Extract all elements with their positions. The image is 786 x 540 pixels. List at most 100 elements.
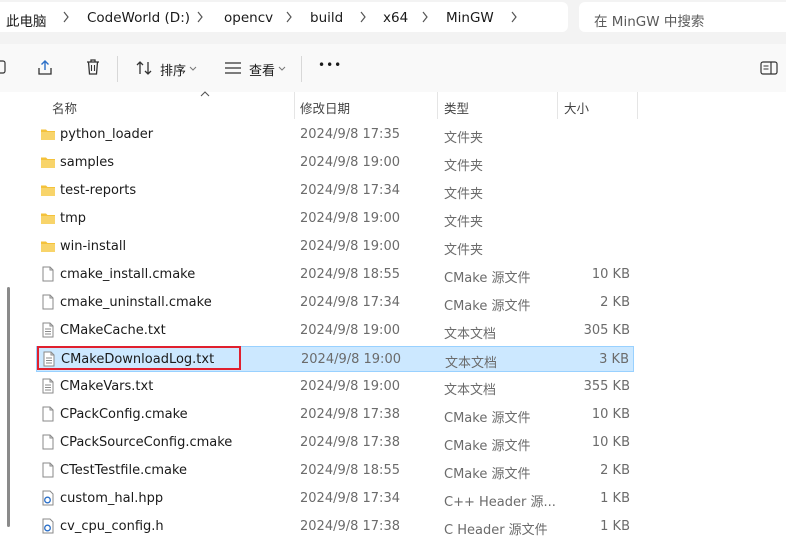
column-header-name[interactable]: 名称 bbox=[36, 91, 286, 118]
file-list: 名称 修改日期 类型 大小 python_loader 2024/9/8 17:3… bbox=[0, 91, 786, 538]
scrollbar[interactable] bbox=[0, 92, 14, 527]
file-name: tmp bbox=[60, 211, 87, 226]
file-type: 文本文档 bbox=[444, 383, 497, 398]
file-type: CMake 源文件 bbox=[444, 271, 531, 286]
file-name: CMakeVars.txt bbox=[60, 379, 154, 394]
chevron-right-icon[interactable] bbox=[196, 10, 204, 24]
file-row[interactable]: cmake_install.cmake 2024/9/8 18:55 CMake 源… bbox=[36, 262, 634, 288]
column-header-date[interactable]: 修改日期 bbox=[295, 92, 437, 118]
file-name: python_loader bbox=[60, 127, 154, 142]
file-row[interactable]: CPackConfig.cmake 2024/9/8 17:38 CMake 源文件… bbox=[36, 402, 634, 428]
breadcrumb-opencv[interactable]: opencv bbox=[224, 10, 273, 26]
file-date: 2024/9/8 17:38 bbox=[300, 435, 400, 450]
chevron-down-icon[interactable] bbox=[278, 66, 286, 72]
file-row[interactable]: CTestTestfile.cmake 2024/9/8 18:55 CMake 源… bbox=[36, 458, 634, 484]
file-type: C Header 源文件 bbox=[444, 523, 548, 538]
column-header-type[interactable]: 类型 bbox=[438, 92, 556, 118]
file-type: CMake 源文件 bbox=[444, 467, 531, 482]
more-options-button[interactable]: ••• bbox=[318, 58, 342, 72]
file-date: 2024/9/8 18:55 bbox=[300, 267, 400, 282]
file-row[interactable]: custom_hal.hpp 2024/9/8 17:34 C++ Header 源… bbox=[36, 486, 634, 512]
file-name: cmake_install.cmake bbox=[60, 267, 196, 282]
file-name: CMakeCache.txt bbox=[60, 323, 166, 338]
rename-icon[interactable] bbox=[0, 59, 8, 75]
file-type: 文件夹 bbox=[444, 243, 484, 258]
file-name: test-reports bbox=[60, 183, 137, 198]
breadcrumb-mingw[interactable]: MinGW bbox=[446, 10, 494, 26]
file-type: CMake 源文件 bbox=[444, 411, 531, 426]
file-size: 10 KB bbox=[591, 407, 630, 422]
file-name: CPackConfig.cmake bbox=[60, 407, 188, 422]
file-name: custom_hal.hpp bbox=[60, 491, 164, 506]
breadcrumb-this-pc[interactable]: 此电脑 bbox=[6, 10, 47, 30]
file-name: cmake_uninstall.cmake bbox=[60, 295, 212, 310]
file-date: 2024/9/8 17:38 bbox=[300, 407, 400, 422]
file-row[interactable]: cv_cpu_config.h 2024/9/8 17:38 C Header 源文… bbox=[36, 514, 634, 540]
file-date: 2024/9/8 19:00 bbox=[300, 211, 400, 226]
breadcrumb-codeworld[interactable]: CodeWorld (D:) bbox=[87, 10, 190, 26]
file-type: CMake 源文件 bbox=[444, 439, 531, 454]
delete-icon[interactable] bbox=[85, 58, 101, 76]
breadcrumb-build[interactable]: build bbox=[310, 10, 343, 26]
file-name: samples bbox=[60, 155, 115, 170]
file-date: 2024/9/8 17:34 bbox=[300, 295, 400, 310]
chevron-right-icon[interactable] bbox=[421, 10, 429, 24]
file-size: 305 KB bbox=[583, 323, 630, 338]
chevron-right-icon[interactable] bbox=[359, 10, 367, 24]
sort-icon[interactable] bbox=[135, 59, 153, 77]
share-icon[interactable] bbox=[36, 59, 54, 77]
view-button[interactable]: 查看 bbox=[249, 60, 275, 79]
file-row[interactable]: CMakeVars.txt 2024/9/8 19:00 文本文档 355 KB bbox=[36, 374, 634, 400]
file-row[interactable]: test-reports 2024/9/8 17:34 文件夹 bbox=[36, 178, 634, 204]
file-type: 文本文档 bbox=[444, 327, 497, 342]
file-date: 2024/9/8 19:00 bbox=[301, 352, 401, 367]
file-row[interactable]: CMakeDownloadLog.txt 2024/9/8 19:00 文本文档 3 … bbox=[36, 346, 634, 372]
file-date: 2024/9/8 18:55 bbox=[300, 463, 400, 478]
chevron-right-icon[interactable] bbox=[285, 10, 293, 24]
file-date: 2024/9/8 19:00 bbox=[300, 239, 400, 254]
column-divider[interactable] bbox=[637, 92, 638, 119]
sort-button[interactable]: 排序 bbox=[160, 60, 186, 79]
file-row[interactable]: cmake_uninstall.cmake 2024/9/8 17:34 CMake… bbox=[36, 290, 634, 316]
details-pane-icon[interactable] bbox=[760, 60, 778, 76]
file-type: 文本文档 bbox=[445, 356, 498, 371]
file-row[interactable]: python_loader 2024/9/8 17:35 文件夹 bbox=[36, 122, 634, 148]
file-date: 2024/9/8 17:34 bbox=[300, 183, 400, 198]
file-type: 文件夹 bbox=[444, 131, 484, 146]
file-type: 文件夹 bbox=[444, 215, 484, 230]
file-size: 3 KB bbox=[599, 352, 629, 367]
file-date: 2024/9/8 17:35 bbox=[300, 127, 400, 142]
file-row[interactable]: tmp 2024/9/8 19:00 文件夹 bbox=[36, 206, 634, 232]
file-row[interactable]: CPackSourceConfig.cmake 2024/9/8 17:38 CMa… bbox=[36, 430, 634, 456]
file-type: 文件夹 bbox=[444, 159, 484, 174]
file-size: 10 KB bbox=[591, 267, 630, 282]
search-placeholder: 在 MinGW 中搜索 bbox=[594, 14, 705, 30]
file-type: CMake 源文件 bbox=[444, 299, 531, 314]
file-date: 2024/9/8 19:00 bbox=[300, 379, 400, 394]
file-size: 2 KB bbox=[600, 295, 630, 310]
file-row[interactable]: samples 2024/9/8 19:00 文件夹 bbox=[36, 150, 634, 176]
column-header-size[interactable]: 大小 bbox=[558, 92, 636, 118]
breadcrumb-x64[interactable]: x64 bbox=[383, 10, 408, 26]
scrollbar-thumb[interactable] bbox=[7, 287, 10, 527]
toolbar-divider bbox=[301, 56, 302, 82]
chevron-right-icon[interactable] bbox=[62, 10, 70, 24]
view-icon[interactable] bbox=[224, 60, 242, 76]
file-date: 2024/9/8 17:34 bbox=[300, 491, 400, 506]
file-size: 2 KB bbox=[600, 463, 630, 478]
file-size: 10 KB bbox=[591, 435, 630, 450]
search-input[interactable]: 在 MinGW 中搜索 bbox=[579, 2, 786, 32]
file-date: 2024/9/8 19:00 bbox=[300, 155, 400, 170]
file-name: CMakeDownloadLog.txt bbox=[61, 352, 215, 367]
file-row[interactable]: CMakeCache.txt 2024/9/8 19:00 文本文档 305 KB bbox=[36, 318, 634, 344]
sort-ascending-icon bbox=[200, 91, 210, 97]
file-size: 1 KB bbox=[600, 491, 630, 506]
chevron-down-icon[interactable] bbox=[189, 66, 197, 72]
chevron-right-icon[interactable] bbox=[510, 10, 518, 24]
file-name: CTestTestfile.cmake bbox=[60, 463, 188, 478]
file-name: CPackSourceConfig.cmake bbox=[60, 435, 233, 450]
breadcrumb[interactable]: 此电脑 CodeWorld (D:) opencv build x64 MinG… bbox=[0, 2, 568, 32]
file-row[interactable]: win-install 2024/9/8 19:00 文件夹 bbox=[36, 234, 634, 260]
file-type: 文件夹 bbox=[444, 187, 484, 202]
file-name: win-install bbox=[60, 239, 127, 254]
